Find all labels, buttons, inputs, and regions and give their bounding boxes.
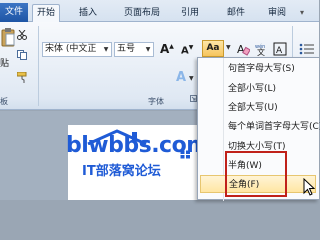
svg-text:A: A bbox=[276, 46, 283, 56]
svg-text:文: 文 bbox=[257, 47, 265, 56]
tab-mailings[interactable]: 邮件 bbox=[224, 6, 248, 22]
font-name-value: 宋体 (中文正 bbox=[45, 44, 97, 54]
tab-insert[interactable]: 插入 bbox=[76, 6, 100, 22]
more-tabs-icon[interactable]: ▾ bbox=[300, 8, 304, 17]
font-group-label: 字体 bbox=[148, 97, 164, 106]
font-size-value: 五号 bbox=[117, 44, 136, 54]
text-effects-button[interactable]: A bbox=[176, 70, 186, 85]
menu-item-capitalize-each-word[interactable]: 每个单词首字母大写(C) bbox=[228, 118, 320, 136]
change-case-label: Aa bbox=[206, 43, 220, 53]
highlight-annotation-box bbox=[225, 151, 287, 197]
font-size-combo[interactable]: 五号 ▼ bbox=[114, 42, 154, 57]
format-painter-icon[interactable] bbox=[17, 72, 28, 83]
ribbon-tab-bar: 文件 开始 插入 页面布局 引用 邮件 审阅 ▾ bbox=[0, 0, 319, 23]
mouse-cursor-icon bbox=[303, 178, 315, 196]
shrink-font-button[interactable]: A▼ bbox=[181, 44, 193, 56]
menu-item-sentence-case[interactable]: 句首字母大写(S) bbox=[228, 60, 295, 78]
phonetic-guide-icon[interactable]: wén 文 bbox=[255, 42, 269, 56]
tab-page-layout[interactable]: 页面布局 bbox=[118, 6, 166, 22]
watermark-caption: IT部落窝论坛 bbox=[82, 164, 161, 179]
window-icon bbox=[180, 150, 190, 159]
svg-text:A: A bbox=[237, 43, 245, 56]
grow-font-label: A bbox=[160, 42, 170, 56]
cut-icon[interactable] bbox=[17, 30, 27, 40]
paste-icon[interactable] bbox=[1, 27, 15, 47]
chevron-down-icon[interactable]: ▼ bbox=[143, 43, 153, 56]
clipboard-group-label: 板 bbox=[0, 97, 8, 106]
grow-arrow-icon: ▲ bbox=[169, 43, 174, 50]
shrink-arrow-icon: ▼ bbox=[188, 44, 194, 51]
group-divider bbox=[38, 26, 39, 106]
change-case-button[interactable]: Aa bbox=[202, 40, 224, 57]
bullets-icon[interactable] bbox=[299, 43, 315, 55]
clear-formatting-icon[interactable]: A bbox=[236, 42, 250, 56]
menu-item-uppercase[interactable]: 全部大写(U) bbox=[228, 99, 278, 117]
grow-font-button[interactable]: A▲ bbox=[160, 42, 174, 56]
copy-icon[interactable] bbox=[17, 50, 27, 60]
change-case-chevron-icon[interactable]: ▼ bbox=[226, 44, 231, 51]
menu-item-lowercase[interactable]: 全部小写(L) bbox=[228, 80, 276, 98]
text-effects-chevron-icon[interactable]: ▼ bbox=[189, 75, 194, 82]
font-dialog-launcher-icon[interactable] bbox=[190, 95, 197, 102]
font-name-combo[interactable]: 宋体 (中文正 ▼ bbox=[42, 42, 112, 57]
tab-file[interactable]: 文件 bbox=[0, 3, 28, 22]
tab-home[interactable]: 开始 bbox=[32, 4, 60, 23]
text-effects-label: A bbox=[176, 70, 187, 85]
tab-review[interactable]: 审阅 bbox=[264, 6, 290, 22]
character-border-icon[interactable]: A bbox=[273, 42, 287, 56]
shrink-font-label: A bbox=[181, 45, 189, 57]
chevron-down-icon[interactable]: ▼ bbox=[101, 43, 111, 56]
paste-label[interactable]: 贴 bbox=[0, 56, 9, 69]
tab-references[interactable]: 引用 bbox=[178, 6, 202, 22]
